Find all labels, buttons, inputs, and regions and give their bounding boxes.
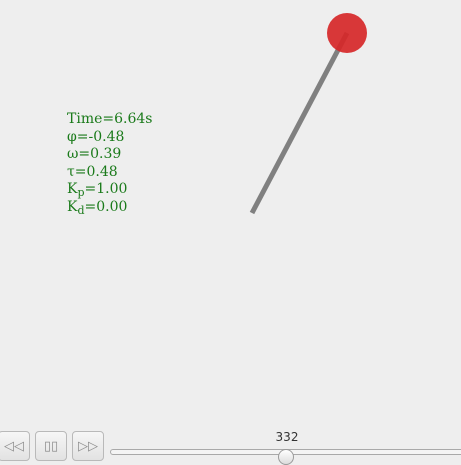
pause-button[interactable]: ▯▯ bbox=[35, 431, 67, 461]
pause-icon: ▯▯ bbox=[43, 438, 59, 454]
pendulum-diagram bbox=[249, 13, 367, 215]
pendulum-bob bbox=[327, 13, 367, 53]
pendulum-rod bbox=[249, 31, 350, 215]
fast-forward-button[interactable]: ▷▷ bbox=[72, 431, 104, 461]
frame-counter: 332 bbox=[275, 430, 299, 444]
rewind-icon: ◁◁ bbox=[4, 438, 24, 454]
rewind-button[interactable]: ◁◁ bbox=[0, 431, 30, 461]
frame-slider-handle[interactable] bbox=[278, 449, 294, 465]
fast-forward-icon: ▷▷ bbox=[78, 438, 98, 454]
animation-canvas: Time=6.64s φ=-0.48 ω=0.39 τ=0.48 Kp=1.00… bbox=[0, 0, 461, 465]
